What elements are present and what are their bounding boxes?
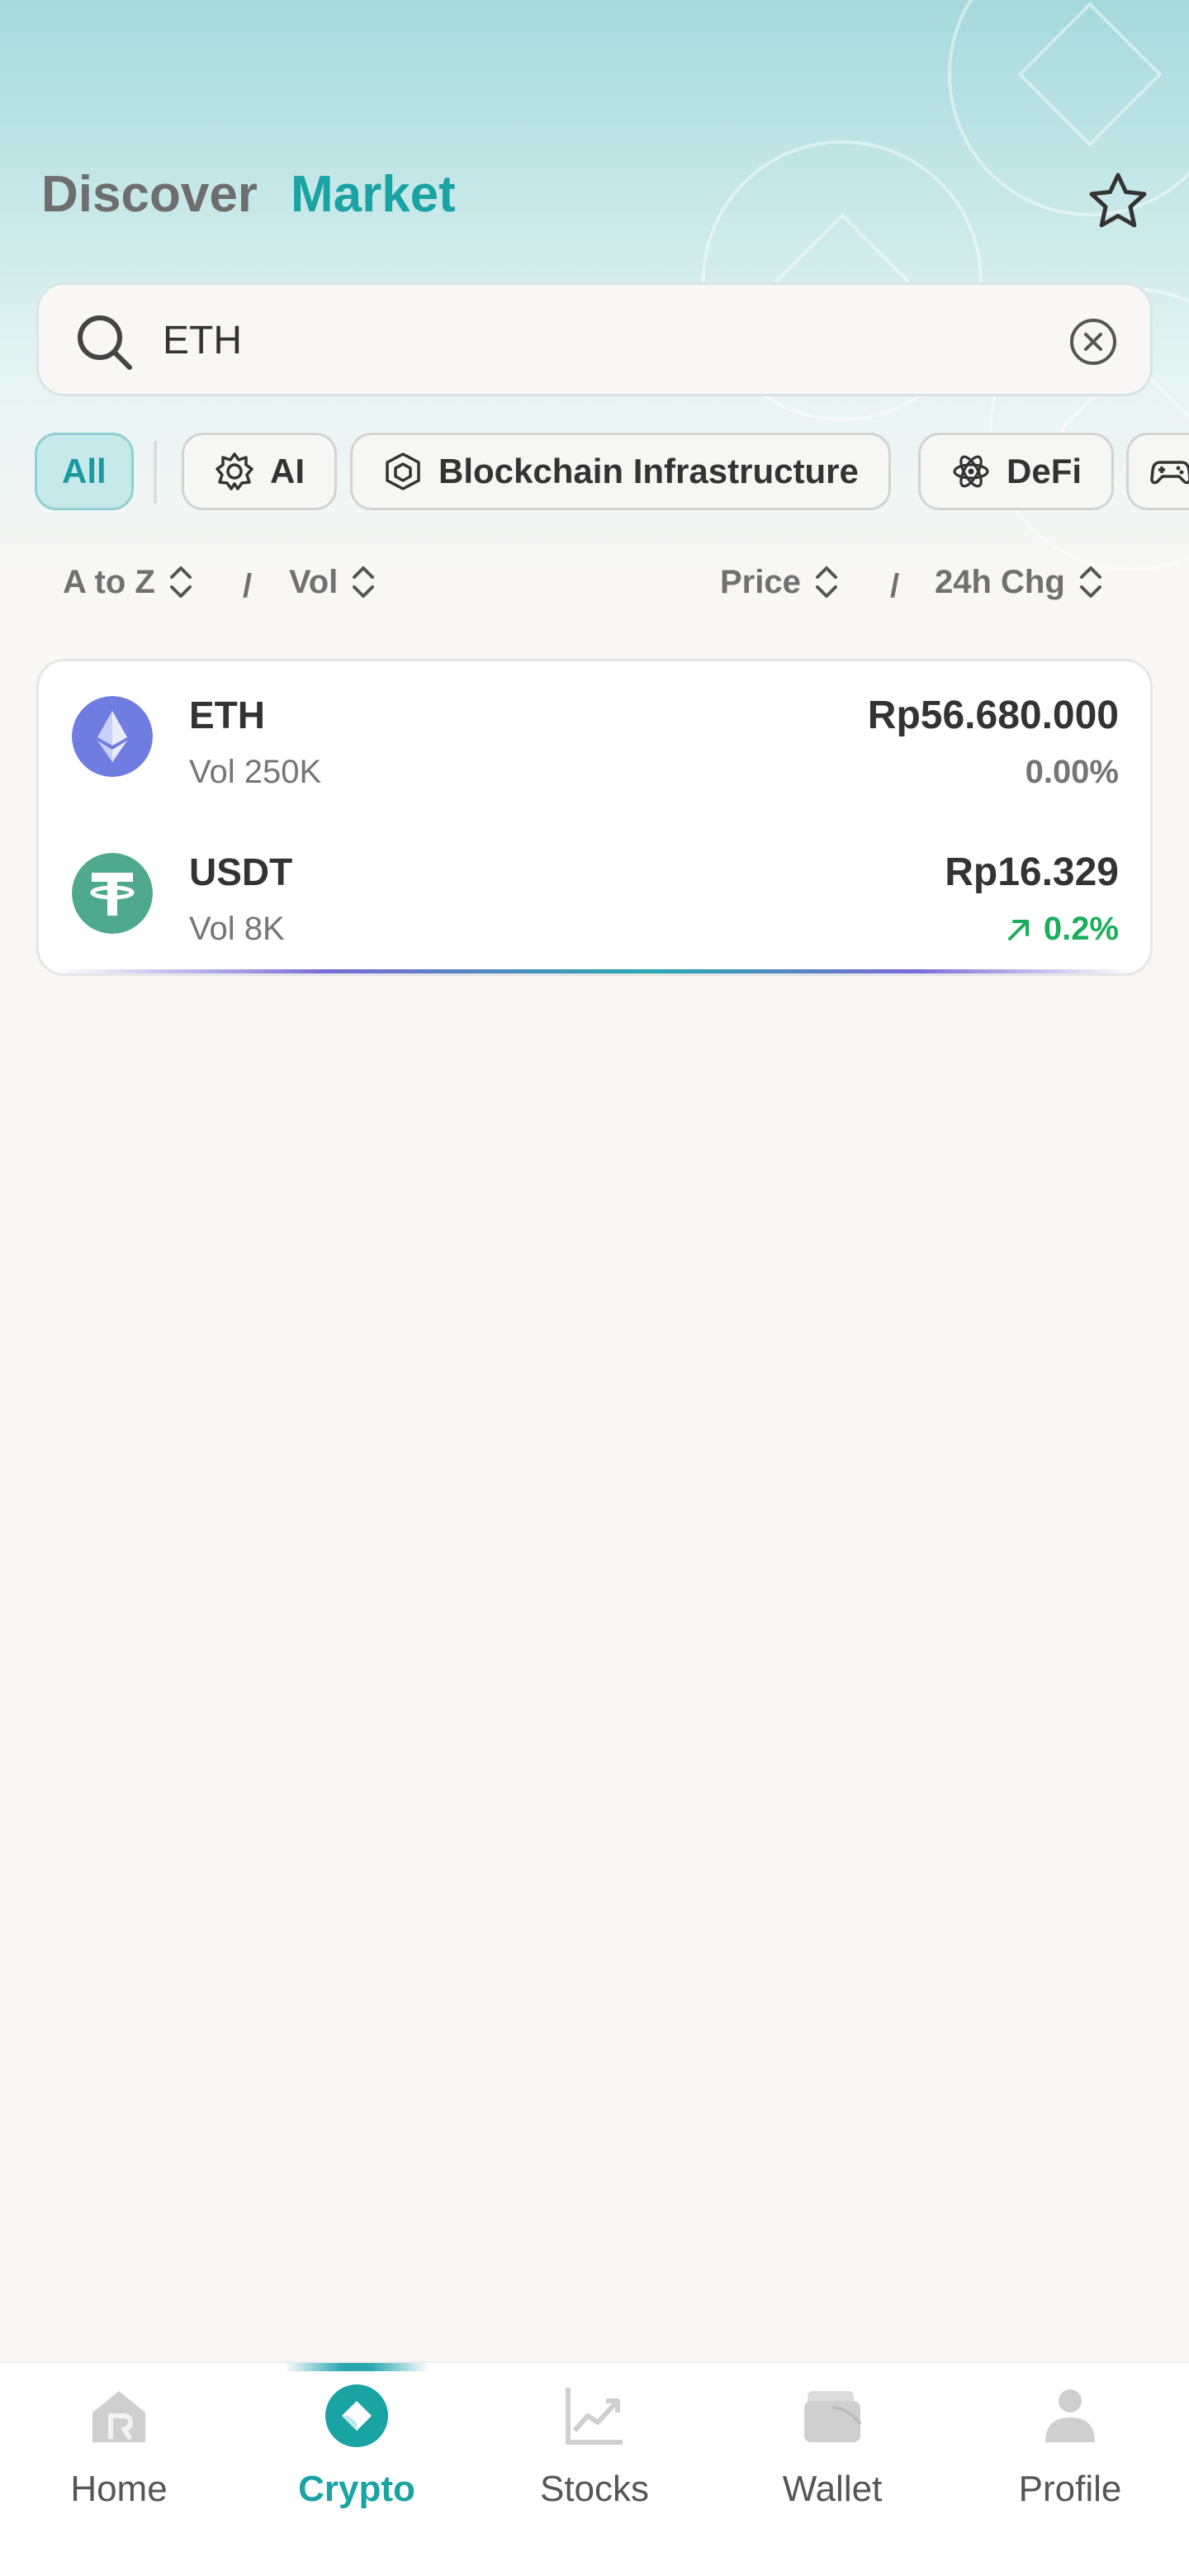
nav-label: Profile <box>1018 2469 1122 2509</box>
stocks-chart-icon <box>566 2388 623 2445</box>
nav-wallet[interactable]: Wallet <box>713 2363 951 2576</box>
home-icon <box>92 2391 145 2442</box>
sort-label: 24h Chg <box>935 563 1065 600</box>
nav-profile[interactable]: Profile <box>951 2363 1189 2576</box>
sort-bar: A to Z / Vol Price / 24h Chg <box>0 561 1189 619</box>
coin-change: 0.2% <box>1004 911 1119 948</box>
sort-label: Price <box>720 563 801 600</box>
sort-label: Vol <box>289 563 339 600</box>
chip-defi[interactable]: DeFi <box>918 433 1115 510</box>
wallet-icon <box>804 2391 862 2442</box>
chip-label: All <box>62 452 107 490</box>
nav-label: Wallet <box>782 2469 883 2509</box>
chip-gaming[interactable] <box>1126 433 1189 510</box>
coin-row-usdt[interactable]: USDT Vol 8K Rp16.329 0.2% <box>39 818 1150 973</box>
header-tabs: Discover Market <box>41 165 456 224</box>
coin-change-value: 0.00% <box>1025 754 1119 790</box>
sort-separator: / <box>890 568 900 604</box>
profile-icon <box>1045 2389 1095 2442</box>
nav-label: Stocks <box>539 2469 650 2509</box>
coin-volume: Vol 8K <box>189 911 285 947</box>
sort-change-button[interactable]: 24h Chg <box>935 561 1105 603</box>
sort-separator: / <box>243 568 253 604</box>
atom-icon <box>953 455 989 488</box>
category-chips: All AI Blockchain Infrastructure DeFi <box>35 433 1189 512</box>
arrow-up-right-icon <box>1007 919 1029 940</box>
ethereum-logo-icon <box>72 696 153 777</box>
chip-ai[interactable]: AI <box>182 433 337 510</box>
sort-label: A to Z <box>63 563 155 600</box>
coin-symbol: ETH <box>189 694 265 736</box>
star-icon[interactable] <box>1085 168 1151 234</box>
coin-symbol: USDT <box>189 850 293 893</box>
sort-chevrons-icon <box>353 566 375 598</box>
nav-crypto[interactable]: Crypto <box>238 2363 476 2576</box>
coin-price: Rp16.329 <box>945 850 1119 894</box>
coin-price: Rp56.680.000 <box>867 694 1119 737</box>
sort-vol-button[interactable]: Vol <box>289 561 377 603</box>
chip-blockchain-infrastructure[interactable]: Blockchain Infrastructure <box>350 433 891 510</box>
tab-discover[interactable]: Discover <box>41 165 258 224</box>
crypto-icon <box>325 2384 388 2447</box>
coin-change-value: 0.2% <box>1043 911 1119 947</box>
chip-label: Blockchain Infrastructure <box>438 452 859 490</box>
nav-stocks[interactable]: Stocks <box>476 2363 713 2576</box>
ai-chip-icon <box>216 452 253 490</box>
tab-market[interactable]: Market <box>291 165 456 224</box>
coin-change: 0.00% <box>1026 754 1119 791</box>
sort-name-button[interactable]: A to Z <box>63 561 195 603</box>
gamepad-icon <box>1150 461 1189 485</box>
chip-divider <box>154 441 157 504</box>
coin-row-eth[interactable]: ETH Vol 250K Rp56.680.000 0.00% <box>39 661 1150 818</box>
nav-label: Home <box>70 2469 168 2509</box>
chip-all[interactable]: All <box>35 433 134 510</box>
nav-label: Crypto <box>298 2469 415 2509</box>
sort-price-button[interactable]: Price <box>720 561 841 603</box>
search-icon <box>78 315 132 370</box>
chip-label: AI <box>270 452 305 490</box>
clear-circle-icon[interactable] <box>1068 316 1119 367</box>
cube-icon <box>386 452 420 490</box>
sort-chevrons-icon <box>815 566 837 598</box>
sort-chevrons-icon <box>169 566 192 598</box>
sort-chevrons-icon <box>1079 566 1101 598</box>
coin-list: ETH Vol 250K Rp56.680.000 0.00% USDT Vol… <box>36 659 1153 976</box>
search-value: ETH <box>163 319 242 362</box>
bottom-nav: Home Crypto Stocks Wallet Profile <box>0 2361 1189 2576</box>
nav-home[interactable]: Home <box>0 2363 238 2576</box>
card-glow-line <box>55 969 1134 973</box>
chip-label: DeFi <box>1007 452 1082 490</box>
tether-logo-icon <box>72 853 153 934</box>
coin-volume: Vol 250K <box>189 754 322 790</box>
search-input[interactable]: ETH <box>36 282 1153 396</box>
